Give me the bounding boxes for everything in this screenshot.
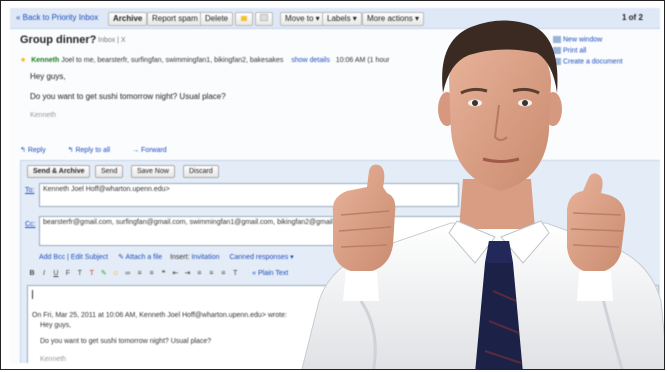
photo-frame: « Back to Priority Inbox Archive Report …: [0, 0, 665, 370]
face: [449, 37, 551, 191]
man-in-tie-photo: [301, 20, 664, 369]
